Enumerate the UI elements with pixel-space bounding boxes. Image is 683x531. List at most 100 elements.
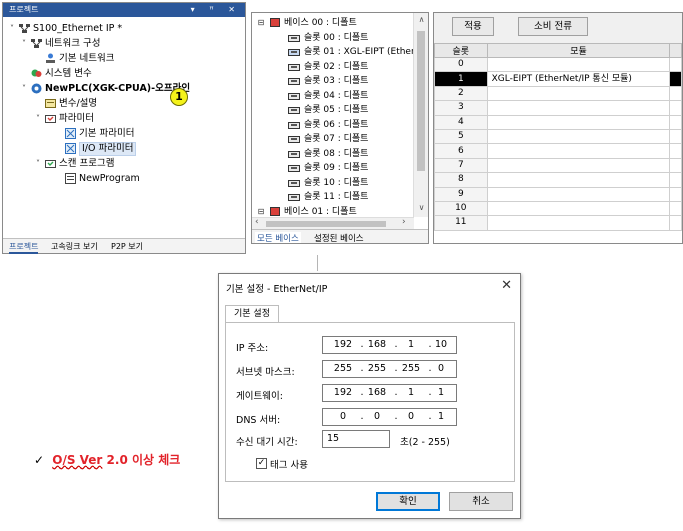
tree-item-project[interactable]: ˅ S100_Ethernet IP * (3, 21, 245, 36)
table-row[interactable]: 0 (434, 56, 682, 73)
dns-server-input[interactable]: 0.0.0.1 (322, 408, 457, 426)
table-row[interactable]: 4 (434, 114, 682, 130)
module-cell[interactable] (486, 143, 671, 159)
chevron-down-icon[interactable]: ˅ (33, 111, 43, 126)
slot-number-cell: 8 (434, 172, 488, 188)
base-tree-item-slot[interactable]: 슬롯 00 : 디폴트 (252, 31, 414, 46)
base-tree-item-slot[interactable]: 슬롯 04 : 디폴트 (252, 89, 414, 104)
tab-all-bases[interactable]: 모든 베이스 (255, 232, 301, 243)
chevron-down-icon[interactable]: ˅ (19, 81, 29, 96)
chevron-down-icon[interactable]: ˅ (33, 156, 43, 171)
base-tree-item-slot[interactable]: 슬롯 05 : 디폴트 (252, 103, 414, 118)
subnet-mask-input[interactable]: 255. 255. 255. 0 (322, 360, 457, 378)
base-tree-item-slot[interactable]: 슬롯 02 : 디폴트 (252, 60, 414, 75)
chevron-down-icon[interactable]: ˅ (7, 21, 17, 36)
base-tree-item-slot[interactable]: 슬롯 09 : 디폴트 (252, 161, 414, 176)
tree-item-basic-parameter[interactable]: 기본 파라미터 (3, 126, 245, 141)
module-cell[interactable] (486, 114, 671, 130)
module-cell[interactable] (486, 172, 671, 188)
module-cell[interactable] (486, 100, 671, 116)
tree-item-network-config[interactable]: ˅ 네트워크 구성 (3, 36, 245, 51)
scroll-right-icon[interactable]: › (402, 217, 406, 227)
base-tree-item-slot[interactable]: 슬롯 07 : 디폴트 (252, 132, 414, 147)
module-cell[interactable] (486, 128, 671, 145)
module-cell[interactable] (486, 186, 671, 202)
vertical-scrollbar[interactable]: ∧ ∨ (413, 13, 428, 217)
module-cell[interactable] (486, 200, 671, 217)
scroll-down-icon[interactable]: ∨ (414, 203, 428, 212)
base-tree-item-base[interactable]: ⊟ 베이스 00 : 디폴트 (252, 16, 414, 31)
tree-item-variables[interactable]: 변수/설명 (3, 96, 245, 111)
table-row[interactable]: 1 XGL-EIPT (EtherNet/IP 통신 모듈) (434, 71, 682, 87)
ethernet-ip-settings-dialog: 기본 설정 - EtherNet/IP ✕ 기본 설정 IP 주소: 192. 1… (218, 273, 521, 519)
base-tree-item-slot[interactable]: 슬롯 03 : 디폴트 (252, 74, 414, 89)
base-tree-item-slot[interactable]: 슬롯 01 : XGL-EIPT (Ether (252, 45, 414, 60)
table-row[interactable]: 8 (434, 172, 682, 188)
module-cell[interactable] (486, 56, 671, 73)
table-row[interactable]: 7 (434, 157, 682, 174)
table-row[interactable]: 6 (434, 143, 682, 159)
module-cell[interactable] (486, 215, 671, 231)
ip-octet: 0 (407, 411, 415, 422)
extra-cell (669, 56, 682, 73)
base-tree-item-slot[interactable]: 슬롯 06 : 디폴트 (252, 118, 414, 133)
tree-item-new-program[interactable]: NewProgram (3, 171, 245, 186)
tab-basic-settings[interactable]: 기본 설정 (225, 305, 279, 323)
slot-number-cell: 7 (434, 157, 488, 174)
ip-address-input[interactable]: 192. 168. 1. 10 (322, 336, 457, 354)
table-row[interactable]: 2 (434, 85, 682, 102)
scrollbar-thumb[interactable] (266, 221, 386, 227)
use-tag-checkbox[interactable]: ✓ (256, 458, 267, 469)
tree-item-system-variables[interactable]: 시스템 변수 (3, 66, 245, 81)
power-consumption-button[interactable]: 소비 전류 (518, 17, 588, 36)
network-icon (19, 24, 30, 33)
table-row[interactable]: 11 (434, 215, 682, 231)
connector-line (317, 255, 318, 271)
base-tree-item-base[interactable]: ⊟ 베이스 01 : 디폴트 (252, 205, 414, 218)
slot-number-cell: 6 (434, 143, 488, 159)
module-cell[interactable] (486, 157, 671, 174)
base-tree-label: 슬롯 08 : 디폴트 (304, 148, 369, 159)
dialog-title: 기본 설정 - EtherNet/IP (226, 284, 328, 295)
scroll-up-icon[interactable]: ∧ (414, 15, 428, 24)
cancel-button[interactable]: 취소 (449, 492, 513, 511)
tree-item-parameter[interactable]: ˅ 파라미터 (3, 111, 245, 126)
table-row[interactable]: 5 (434, 128, 682, 145)
slot-table: 슬롯 모듈 0 1 XGL-EIPT (EtherNet/IP 통신 모듈) 2 3 4 5… (434, 43, 682, 231)
ok-button[interactable]: 확인 (376, 492, 440, 511)
base-tree-item-slot[interactable]: 슬롯 10 : 디폴트 (252, 176, 414, 191)
scrollbar-thumb[interactable] (417, 31, 425, 171)
extra-cell (669, 143, 682, 159)
table-row[interactable]: 3 (434, 100, 682, 116)
table-row[interactable]: 10 (434, 200, 682, 217)
gateway-input[interactable]: 192. 168. 1. 1 (322, 384, 457, 402)
tab-highspeed-link[interactable]: 고속링크 보기 (51, 241, 98, 252)
collapse-icon[interactable]: ⊟ (256, 205, 266, 218)
tab-project[interactable]: 프로젝트 (9, 241, 39, 254)
module-cell[interactable] (486, 85, 671, 102)
tree-item-plc[interactable]: ˅ NewPLC(XGK-CPUA)-오프라인 (3, 81, 245, 96)
panel-controls[interactable]: ▾ ꟸ ✕ (191, 3, 241, 17)
tab-p2p[interactable]: P2P 보기 (111, 241, 143, 252)
ip-octet: 192 (333, 339, 353, 350)
tree-item-scan-program[interactable]: ˅ 스캔 프로그램 (3, 156, 245, 171)
receive-timeout-input[interactable]: 15 (322, 430, 390, 448)
chevron-down-icon[interactable]: ˅ (19, 36, 29, 51)
tree-item-basic-network[interactable]: 기본 네트워크 (3, 51, 245, 66)
tree-item-io-parameter[interactable]: I/O 파라미터 (3, 141, 245, 156)
scroll-left-icon[interactable]: ‹ (255, 217, 259, 227)
base-tree-label: 슬롯 03 : 디폴트 (304, 76, 369, 86)
apply-button[interactable]: 적용 (452, 17, 494, 36)
module-cell[interactable]: XGL-EIPT (EtherNet/IP 통신 모듈) (486, 71, 671, 87)
network-icon (31, 39, 42, 48)
table-row[interactable]: 9 (434, 186, 682, 202)
project-panel: 프로젝트 ▾ ꟸ ✕ ˅ S100_Ethernet IP * ˅ 네트워크 구… (2, 2, 246, 254)
horizontal-scrollbar[interactable]: ‹ › (252, 217, 414, 229)
collapse-icon[interactable]: ⊟ (256, 16, 266, 31)
base-tree-label: 슬롯 10 : 디폴트 (304, 177, 369, 188)
base-tree-label: 베이스 00 : 디폴트 (284, 18, 357, 28)
tab-configured-bases[interactable]: 설정된 베이스 (314, 232, 364, 243)
base-tree-item-slot[interactable]: 슬롯 08 : 디폴트 (252, 147, 414, 162)
close-icon[interactable]: ✕ (501, 278, 512, 293)
base-tree-item-slot[interactable]: 슬롯 11 : 디폴트 (252, 190, 414, 205)
